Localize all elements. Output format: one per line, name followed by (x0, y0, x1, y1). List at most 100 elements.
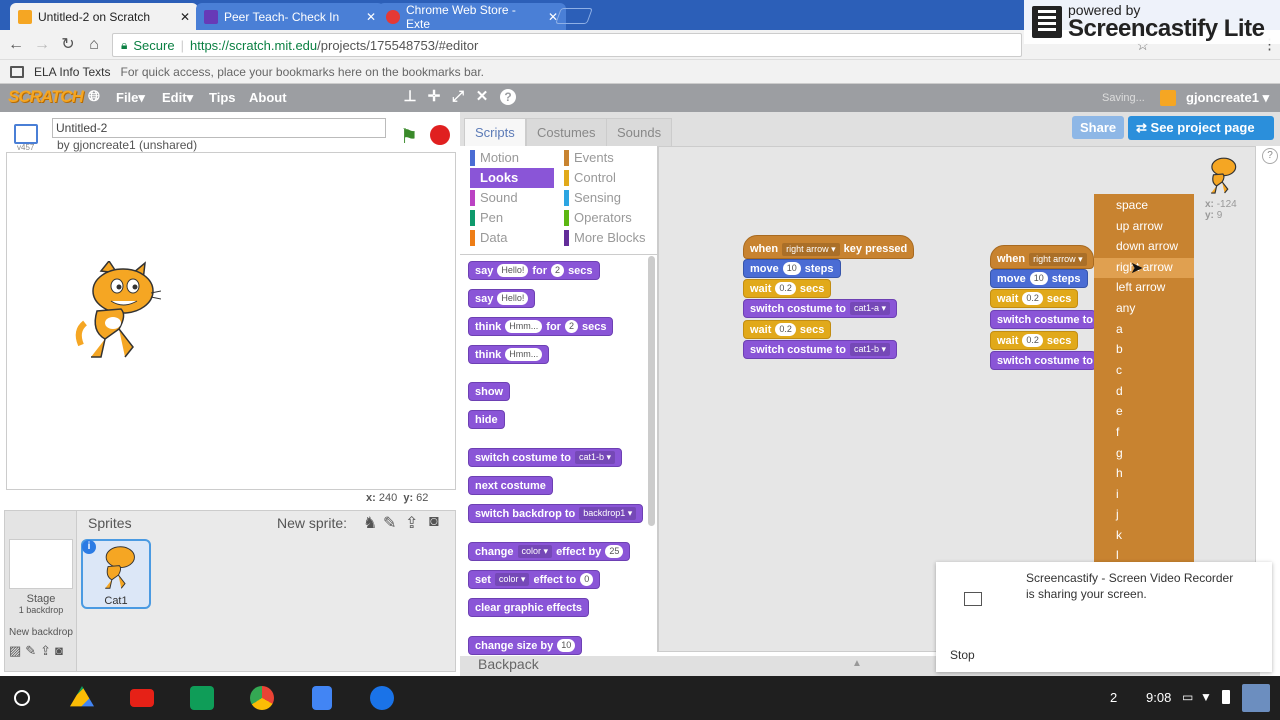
block-say-for-secs[interactable]: say Hello! for 2 secs (468, 261, 600, 280)
share-button[interactable]: Share (1072, 116, 1125, 139)
palette-scrollbar[interactable] (648, 256, 655, 526)
category-sensing[interactable]: Sensing (564, 188, 650, 208)
dropdown-option[interactable]: up arrow (1116, 219, 1163, 233)
dropdown-option[interactable]: i (1116, 487, 1119, 501)
block-set-effect[interactable]: set color ▾ effect to 0 (468, 570, 601, 589)
shrink-icon[interactable]: ✕ (474, 89, 490, 105)
google-drive-icon[interactable] (70, 686, 94, 707)
globe-icon[interactable]: 🌐︎ (86, 89, 102, 105)
close-tab-icon[interactable]: ✕ (180, 10, 190, 24)
dropdown-option[interactable]: j (1116, 507, 1119, 521)
stage-canvas[interactable] (6, 152, 456, 490)
block-switch-costume[interactable]: switch costume to (990, 310, 1096, 329)
block-clear-effects[interactable]: clear graphic effects (468, 598, 589, 617)
dropdown-option[interactable]: left arrow (1116, 280, 1165, 294)
clock[interactable]: 9:08 (1146, 690, 1171, 705)
notification-count[interactable]: 2 (1110, 690, 1117, 705)
green-flag-icon[interactable]: ⚑ (400, 124, 418, 149)
dropdown-option[interactable]: h (1116, 466, 1123, 480)
scratch-logo[interactable]: SCRATCH (8, 87, 84, 107)
about-menu[interactable]: About (249, 90, 287, 105)
block-next-costume[interactable]: next costume (468, 476, 553, 495)
apps-icon[interactable] (10, 65, 24, 78)
new-backdrop-icons[interactable]: ▨✎⇪◙ (9, 643, 67, 659)
block-switch-costume[interactable]: switch costume to cat1-b ▾ (743, 340, 898, 359)
dropdown-option[interactable]: b (1116, 342, 1123, 356)
dropdown-option[interactable]: d (1116, 384, 1123, 398)
fullscreen-icon[interactable] (14, 124, 38, 144)
project-title-input[interactable]: Untitled-2 (52, 118, 386, 138)
block-switch-costume[interactable]: switch costume to (990, 351, 1096, 370)
classroom-icon[interactable] (190, 686, 214, 710)
battery-icon[interactable] (1222, 690, 1230, 704)
dropdown-option[interactable]: a (1116, 322, 1123, 336)
block-switch-costume[interactable]: switch costume to cat1-b ▾ (468, 448, 623, 467)
bookmark-folder-ela[interactable]: ELA Info Texts (34, 65, 111, 79)
category-motion[interactable]: Motion (470, 148, 556, 168)
upload-sprite-icon[interactable]: ⇪ (405, 513, 418, 533)
help-icon[interactable]: ? (1262, 148, 1278, 164)
tab-peer-teach[interactable]: Peer Teach- Check In ✕ (196, 3, 384, 30)
file-menu[interactable]: File▾ (116, 90, 145, 106)
grow-icon[interactable]: ⤢ (450, 89, 466, 105)
dropdown-option[interactable]: any (1116, 301, 1135, 315)
category-events[interactable]: Events (564, 148, 650, 168)
expand-arrow-icon[interactable]: ▲ (852, 658, 862, 669)
block-when-key-pressed[interactable]: when right arrow ▾ key pressed (743, 235, 915, 259)
block-wait[interactable]: wait 0.2 secs (990, 289, 1079, 308)
block-wait[interactable]: wait 0.2 secs (743, 320, 832, 339)
files-icon[interactable] (370, 686, 394, 710)
category-more-blocks[interactable]: More Blocks (564, 228, 650, 248)
block-wait[interactable]: wait 0.2 secs (990, 331, 1079, 350)
block-move-steps[interactable]: move 10 steps (990, 269, 1088, 288)
block-change-size[interactable]: change size by 10 (468, 636, 583, 655)
user-menu[interactable]: gjoncreate1 ▾ (1186, 90, 1269, 106)
address-bar[interactable]: 🔒︎ Secure | https://scratch.mit.edu/proj… (112, 33, 1022, 57)
wifi-icon[interactable]: ▼ (1200, 690, 1212, 704)
stage-thumbnail[interactable] (9, 539, 73, 589)
youtube-icon[interactable] (130, 689, 154, 707)
category-sound[interactable]: Sound (470, 188, 556, 208)
tab-sounds[interactable]: Sounds (606, 118, 673, 146)
screen-capture-icon[interactable]: ▭ (1182, 690, 1193, 704)
block-wait[interactable]: wait 0.2 secs (743, 279, 832, 298)
cat-sprite-on-stage[interactable] (71, 261, 161, 367)
dropdown-option[interactable]: k (1116, 528, 1122, 542)
close-tab-icon[interactable]: ✕ (366, 10, 376, 24)
dropdown-option-selected[interactable]: right arrow (1116, 260, 1173, 274)
back-icon[interactable]: ← (6, 35, 26, 55)
category-data[interactable]: Data (470, 228, 556, 248)
dropdown-option[interactable]: l (1116, 548, 1119, 562)
edit-menu[interactable]: Edit▾ (162, 90, 193, 106)
stop-sharing-button[interactable]: Stop (950, 648, 975, 662)
dropdown-option[interactable]: down arrow (1116, 239, 1178, 253)
category-control[interactable]: Control (564, 168, 650, 188)
tab-costumes[interactable]: Costumes (526, 118, 607, 146)
category-looks[interactable]: Looks (470, 168, 554, 188)
home-icon[interactable]: ⌂ (84, 35, 104, 55)
new-tab-button[interactable] (555, 8, 593, 24)
block-think[interactable]: think Hmm... (468, 345, 550, 364)
block-move-steps[interactable]: move 10 steps (743, 259, 841, 278)
block-show[interactable]: show (468, 382, 511, 401)
reload-icon[interactable]: ↻ (58, 35, 78, 55)
sprite-library-icon[interactable]: ♞ (363, 513, 377, 533)
launcher-icon[interactable] (14, 690, 30, 706)
dropdown-option[interactable]: e (1116, 404, 1123, 418)
block-hide[interactable]: hide (468, 410, 505, 429)
help-icon[interactable]: ? (500, 89, 516, 105)
block-switch-backdrop[interactable]: switch backdrop to backdrop1 ▾ (468, 504, 644, 523)
duplicate-stamp-icon[interactable]: ⊥ (402, 89, 418, 105)
tab-scratch[interactable]: Untitled-2 on Scratch ✕ (10, 3, 198, 30)
block-think-for-secs[interactable]: think Hmm... for 2 secs (468, 317, 614, 336)
chrome-icon[interactable] (250, 686, 274, 710)
category-operators[interactable]: Operators (564, 208, 650, 228)
block-change-effect[interactable]: change color ▾ effect by 25 (468, 542, 631, 561)
dropdown-option[interactable]: f (1116, 425, 1119, 439)
tips-menu[interactable]: Tips (209, 90, 236, 105)
key-dropdown-menu[interactable]: space up arrow down arrow right arrow le… (1094, 194, 1194, 564)
dropdown-option[interactable]: g (1116, 446, 1123, 460)
see-project-page-button[interactable]: ⇄ See project page (1128, 116, 1274, 140)
camera-icon[interactable]: ◙ (429, 513, 439, 531)
block-switch-costume[interactable]: switch costume to cat1-a ▾ (743, 299, 898, 318)
